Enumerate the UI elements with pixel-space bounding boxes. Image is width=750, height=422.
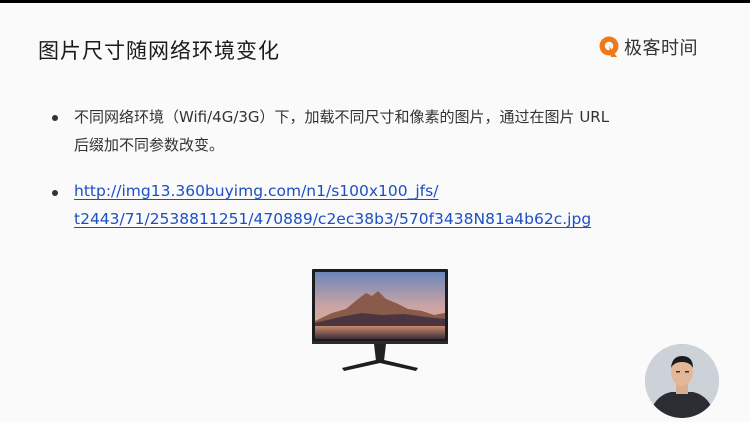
bullet-text-line-1: 不同网络环境（Wifi/4G/3G）下，加载不同尺寸和像素的图片，通过在图片 U… xyxy=(74,108,610,126)
presentation-slide: 图片尺寸随网络环境变化 极客时间 不同网络环境（Wifi/4G/3G）下，加载不… xyxy=(0,3,750,422)
image-url-link-line-1[interactable]: http://img13.360buyimg.com/n1/s100x100_j… xyxy=(74,182,438,200)
bullet-dot xyxy=(52,115,58,121)
logo-text: 极客时间 xyxy=(624,38,698,59)
bullet-dot xyxy=(52,190,58,196)
monitor-image xyxy=(312,269,448,371)
bullet-text-line-2: 后缀加不同参数改变。 xyxy=(74,136,225,154)
image-url-link-line-2[interactable]: t2443/71/2538811251/470889/c2ec38b3/570f… xyxy=(74,210,591,228)
slide-title: 图片尺寸随网络环境变化 xyxy=(38,39,280,63)
geek-time-logo-icon xyxy=(599,36,619,57)
image-url-link-part-2[interactable]: t2443/71/2538811251/470889/c2ec38b3/570f… xyxy=(74,210,591,228)
presenter-avatar xyxy=(645,344,719,418)
presenter-figure xyxy=(645,344,719,418)
image-url-link-part-1[interactable]: http://img13.360buyimg.com/n1/s100x100_j… xyxy=(74,182,438,200)
geek-time-logo: 极客时间 xyxy=(597,34,698,60)
